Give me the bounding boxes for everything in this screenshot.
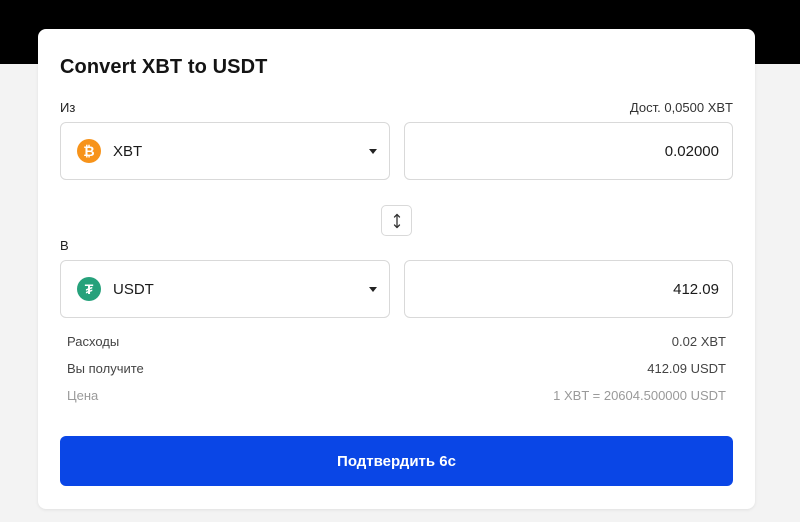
from-amount-input[interactable]: [519, 142, 719, 160]
dialog-title: Convert XBT to USDT: [60, 56, 268, 78]
receive-label: Вы получите: [67, 361, 144, 376]
fee-value: 0.02 XBT: [671, 334, 726, 349]
to-amount-field[interactable]: [404, 260, 733, 318]
fee-row: Расходы 0.02 XBT: [67, 334, 726, 349]
from-currency-name: XBT: [113, 142, 143, 160]
fee-label: Расходы: [67, 334, 120, 349]
bitcoin-icon: ₿: [77, 139, 101, 163]
available-balance: Дост. 0,0500 XBT: [629, 100, 733, 115]
to-label: В: [60, 238, 69, 253]
confirm-button[interactable]: Подтвердить 6с: [60, 436, 733, 486]
from-currency-select[interactable]: ₿ XBT: [60, 122, 390, 180]
from-amount-field[interactable]: [404, 122, 733, 180]
price-value: 1 XBT = 20604.500000 USDT: [553, 388, 726, 403]
convert-dialog: Convert XBT to USDT Из Дост. 0,0500 XBT …: [38, 29, 755, 509]
price-row: Цена 1 XBT = 20604.500000 USDT: [67, 388, 726, 403]
chevron-down-icon: [369, 287, 377, 292]
swap-button[interactable]: [381, 205, 412, 236]
to-amount-input[interactable]: [519, 280, 719, 298]
chevron-down-icon: [369, 149, 377, 154]
tether-icon: ₮: [77, 277, 101, 301]
to-currency-select[interactable]: ₮ USDT: [60, 260, 390, 318]
swap-vertical-icon: [393, 213, 400, 228]
price-label: Цена: [67, 388, 99, 403]
receive-value: 412.09 USDT: [647, 361, 726, 376]
from-label: Из: [60, 100, 76, 115]
to-currency-name: USDT: [113, 280, 154, 298]
receive-row: Вы получите 412.09 USDT: [67, 361, 726, 376]
